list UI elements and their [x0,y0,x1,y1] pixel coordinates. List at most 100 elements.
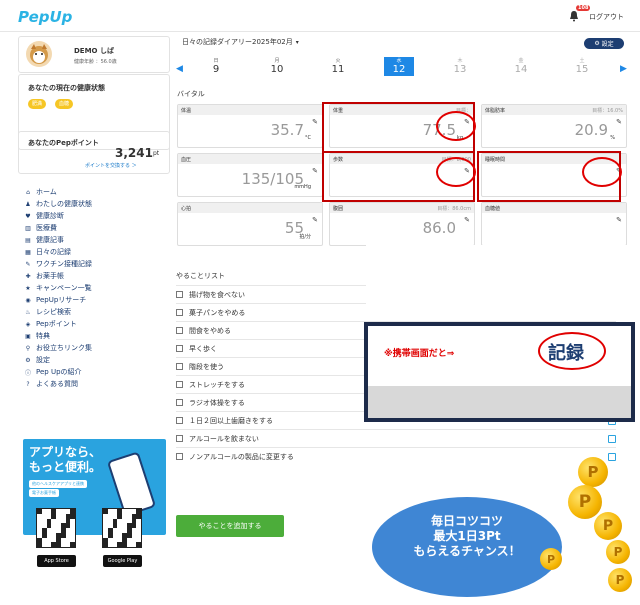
todo-checkbox[interactable] [176,345,183,352]
sidebar-item[interactable]: ▦ 日々の記録 [24,246,170,258]
prev-week-arrow-icon[interactable]: ◀ [176,64,183,74]
todo-checkbox[interactable] [176,435,183,442]
todo-checkbox[interactable] [176,381,183,388]
sidebar-item[interactable]: ✎ ワクチン接種記録 [24,258,170,270]
todo-label: 階段を使う [189,362,224,371]
sidebar-item[interactable]: ▣ 特典 [24,330,170,342]
pencil-icon[interactable]: ✎ [616,118,622,126]
sidebar-item[interactable]: ♥ 健康診断 [24,210,170,222]
calendar-icon[interactable] [608,434,616,443]
todo-label: 間食をやめる [189,326,231,335]
sidebar-item[interactable]: ? よくある質問 [24,378,170,390]
qr-code-android[interactable] [102,508,142,548]
next-week-arrow-icon[interactable]: ▶ [620,64,627,74]
sidebar-item[interactable]: ⚲ お役立ちリンク集 [24,342,170,354]
promo-line1: アプリなら、 [29,445,102,459]
sidebar-item[interactable]: ▥ 医療費 [24,222,170,234]
weekday-label: 木 [457,58,463,64]
pencil-icon[interactable]: ✎ [616,216,622,224]
question-icon: ? [26,380,30,388]
vital-name: 血糖値 [482,203,626,213]
mobile-tabbar [368,386,631,418]
sidebar-item[interactable]: ⓘ Pep Upの紹介 [24,366,170,378]
sidebar-item-label: キャンペーン一覧 [36,284,92,292]
sidebar-item[interactable]: ◈ Pepポイント [24,318,170,330]
todo-checkbox[interactable] [176,327,183,334]
todo-checkbox[interactable] [176,291,183,298]
vital-card[interactable]: 体温 35.7 °C ✎ [177,104,323,148]
todo-label: 早く歩く [189,344,217,353]
vital-goal: 目標：86.0cm [437,206,471,212]
promo-line2: もっと便利。 [29,460,102,474]
vital-card[interactable]: 腹囲 目標：86.0cm 86.0 ✎ [329,202,475,246]
sidebar-item-label: 健康診断 [36,212,64,220]
todo-item[interactable]: ノンアルコールの製品に変更する [176,447,616,465]
day-tab[interactable]: 日9 [201,57,231,75]
sidebar-item[interactable]: ♟ わたしの健康状態 [24,198,170,210]
google-play-button[interactable]: Google Play [103,555,142,567]
vital-card[interactable]: 血糖値 ✎ [481,202,627,246]
todo-checkbox[interactable] [176,417,183,424]
pencil-icon[interactable]: ✎ [312,167,318,175]
vital-card[interactable]: 血圧 135/105 mmHg ✎ [177,153,323,197]
points-bubble: 毎日コツコツ 最大1日3Pt もらえるチャンス！ [372,497,562,597]
weekday-label: 日 [213,58,219,64]
day-tab[interactable]: 火 11 [323,57,353,75]
day-tab[interactable]: 木 13 [445,57,475,75]
promo-tag: 他のヘルスケアアプリと連携 [29,480,87,488]
sidebar-item[interactable]: ⌂ ホーム [24,186,170,198]
points-value: 3,241 [115,146,153,160]
sidebar-item-label: ホーム [36,188,57,196]
sidebar-item[interactable]: ♨ レシピ検索 [24,306,170,318]
day-tab[interactable]: 金 14 [506,57,536,75]
pepup-logo[interactable]: PepUp [18,8,72,26]
sidebar-item[interactable]: ▤ 健康記事 [24,234,170,246]
sidebar-item-label: 日々の記録 [36,248,71,256]
todo-item[interactable]: アルコールを飲まない [176,429,616,447]
todo-checkbox[interactable] [176,363,183,370]
app-store-button[interactable]: App Store [37,555,76,567]
promo-tag: 電子お薬手帳 [29,489,59,497]
calendar-icon: ▦ [25,248,31,256]
weekday-label: 土 [579,58,585,64]
sidebar-item[interactable]: ⚙ 設定 [24,354,170,366]
recipe-icon: ♨ [25,308,31,316]
bell-icon[interactable] [568,10,580,22]
mobile-callout: ※携帯画面だと⇒ 記録 [364,322,635,422]
profile-card[interactable]: DEMO しば 健康年齢 ：56.0歳 [18,36,170,73]
day-number: 14 [514,64,528,75]
day-number: 13 [453,64,467,75]
diary-month-select[interactable]: 日々の記録ダイアリー2025年02月 ▾ [182,37,299,47]
sidebar-item[interactable]: ◉ PepUpリサーチ [24,294,170,306]
diary-title: 日々の記録ダイアリー2025年02月 [182,38,293,46]
day-number: 15 [575,64,589,75]
todo-checkbox[interactable] [176,399,183,406]
logout-link[interactable]: ログアウト [589,12,624,22]
coin-icon: P [594,512,622,540]
todo-checkbox[interactable] [176,453,183,460]
add-todo-button[interactable]: やることを追加する [176,515,284,537]
pencil-icon[interactable]: ✎ [464,216,470,224]
todo-label: ストレッチをする [189,380,245,389]
pencil-icon[interactable]: ✎ [312,216,318,224]
exchange-points-link[interactable]: ポイントを交換する ＞ [85,162,137,169]
gear-icon: ⚙ [25,356,31,364]
highlight-circle [582,157,622,187]
sidebar-item[interactable]: ★ キャンペーン一覧 [24,282,170,294]
day-tab[interactable]: 月 10 [262,57,292,75]
day-tab[interactable]: 土 15 [567,57,597,75]
vital-card[interactable]: 体脂肪率 目標：16.0% 20.9% ✎ [481,104,627,148]
sidebar-item[interactable]: ✚ お薬手帳 [24,270,170,282]
vital-name: 体温 [178,105,322,115]
day-tab[interactable]: 水 12 [384,57,414,76]
pencil-icon[interactable]: ✎ [312,118,318,126]
calendar-icon[interactable] [608,452,616,461]
settings-button[interactable]: ⚙ 設定 [584,38,624,49]
sidebar-item-label: わたしの健康状態 [36,200,92,208]
sidebar-item-label: Pep Upの紹介 [36,368,82,376]
qr-code-ios[interactable] [36,508,76,548]
vital-card[interactable]: 心拍 55 拍/分 ✎ [177,202,323,246]
point-icon: ◈ [25,320,31,328]
todo-checkbox[interactable] [176,309,183,316]
callout-text: ※携帯画面だと⇒ [384,349,455,359]
